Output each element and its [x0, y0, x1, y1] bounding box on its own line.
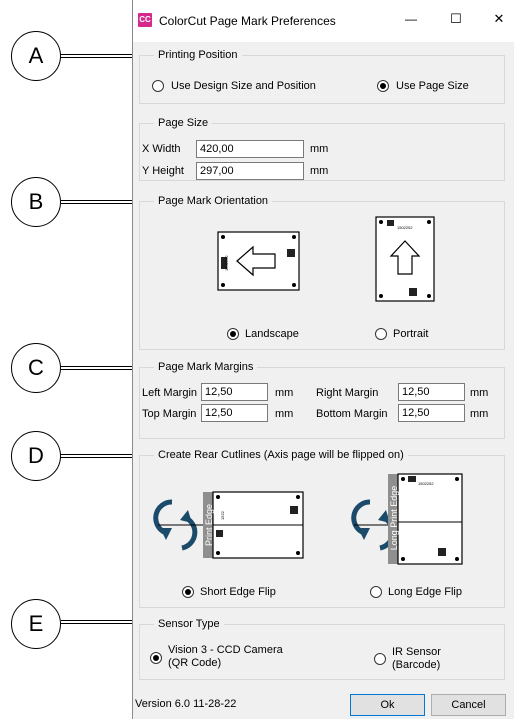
left-margin-field[interactable]: 12,50	[201, 383, 268, 401]
landscape-page-illustration[interactable]: 1502252	[217, 231, 300, 291]
bottom-margin-field[interactable]: 12,50	[398, 404, 465, 422]
right-margin-field[interactable]: 12,50	[398, 383, 465, 401]
design-size-radio[interactable]	[152, 80, 164, 92]
right-margin-unit: mm	[470, 387, 489, 399]
long-barcode-text: 1502252	[418, 481, 434, 486]
right-margin-label: Right Margin	[316, 387, 379, 399]
long-print-edge-tag: Long Print Edge	[389, 485, 399, 551]
app-icon: CC	[138, 13, 152, 27]
sensor-type-group: Sensor Type Vision 3 - CCD Camera (QR Co…	[139, 617, 505, 680]
y-height-label: Y Height	[142, 165, 184, 177]
window-title: ColorCut Page Mark Preferences	[159, 14, 336, 28]
callout-b-circle: B	[11, 177, 61, 227]
title-bar: CC ColorCut Page Mark Preferences — ☐ ✕	[133, 0, 514, 42]
portrait-barcode-text: 1502252	[397, 225, 413, 230]
short-edge-label[interactable]: Short Edge Flip	[200, 586, 276, 599]
top-margin-field[interactable]: 12,50	[201, 404, 268, 422]
x-width-field[interactable]: 420,00	[196, 140, 304, 158]
top-margin-label: Top Margin	[142, 408, 197, 420]
preferences-dialog: CC ColorCut Page Mark Preferences — ☐ ✕ …	[132, 0, 514, 719]
printing-position-legend: Printing Position	[154, 48, 242, 62]
sensor-type-legend: Sensor Type	[154, 617, 224, 631]
callout-d-circle: D	[11, 431, 61, 481]
ir-label-line1[interactable]: IR Sensor	[392, 646, 441, 659]
short-barcode-text: 1522	[220, 511, 225, 520]
long-edge-radio[interactable]	[370, 586, 382, 598]
top-margin-unit: mm	[275, 408, 294, 420]
long-edge-label[interactable]: Long Edge Flip	[388, 586, 462, 599]
portrait-label[interactable]: Portrait	[393, 328, 428, 341]
orientation-group: Page Mark Orientation 1502252 1502252 La…	[139, 194, 505, 350]
portrait-page-illustration[interactable]: 1502252	[375, 216, 435, 302]
landscape-barcode-text: 1502252	[224, 255, 229, 271]
x-width-label: X Width	[142, 143, 181, 155]
short-edge-illustration[interactable]: Print Edge 1522	[152, 488, 310, 564]
landscape-radio[interactable]	[227, 328, 239, 340]
bottom-margin-unit: mm	[470, 408, 489, 420]
page-size-radio[interactable]	[377, 80, 389, 92]
vision-label-line1[interactable]: Vision 3 - CCD Camera	[168, 644, 283, 657]
rear-cutlines-legend: Create Rear Cutlines (Axis page will be …	[154, 448, 408, 462]
y-height-unit: mm	[310, 165, 329, 177]
callout-a-circle: A	[11, 31, 61, 81]
ok-button[interactable]: Ok	[350, 694, 425, 716]
margins-group: Page Mark Margins Left Margin 12,50 mm R…	[139, 360, 505, 439]
minimize-icon[interactable]: —	[401, 12, 421, 32]
left-margin-unit: mm	[275, 387, 294, 399]
page-size-legend: Page Size	[154, 116, 213, 130]
design-size-label[interactable]: Use Design Size and Position	[171, 80, 316, 93]
close-icon[interactable]: ✕	[489, 11, 509, 31]
vision-radio[interactable]	[150, 652, 162, 664]
page-size-radio-label[interactable]: Use Page Size	[396, 80, 469, 93]
bottom-margin-label: Bottom Margin	[316, 408, 388, 420]
cancel-button[interactable]: Cancel	[431, 694, 506, 716]
vision-label-line2[interactable]: (QR Code)	[168, 657, 221, 670]
version-label: Version 6.0 11-28-22	[135, 698, 237, 710]
printing-position-group: Printing Position Use Design Size and Po…	[139, 48, 505, 104]
x-width-unit: mm	[310, 143, 329, 155]
orientation-legend: Page Mark Orientation	[154, 194, 273, 208]
long-edge-illustration[interactable]: Long Print Edge 1502252	[350, 472, 468, 566]
rear-cutlines-group: Create Rear Cutlines (Axis page will be …	[139, 448, 505, 608]
ir-label-line2[interactable]: (Barcode)	[392, 659, 440, 672]
short-edge-radio[interactable]	[182, 586, 194, 598]
margins-legend: Page Mark Margins	[154, 360, 258, 374]
callout-e-circle: E	[11, 599, 61, 649]
short-print-edge-tag: Print Edge	[204, 503, 214, 547]
callout-c-circle: C	[11, 343, 61, 393]
ir-sensor-radio[interactable]	[374, 653, 386, 665]
y-height-field[interactable]: 297,00	[196, 162, 304, 180]
maximize-icon[interactable]: ☐	[446, 11, 466, 31]
page-size-group: Page Size X Width 420,00 mm Y Height 297…	[139, 116, 505, 181]
left-margin-label: Left Margin	[142, 387, 198, 399]
portrait-radio[interactable]	[375, 328, 387, 340]
landscape-label[interactable]: Landscape	[245, 328, 299, 341]
